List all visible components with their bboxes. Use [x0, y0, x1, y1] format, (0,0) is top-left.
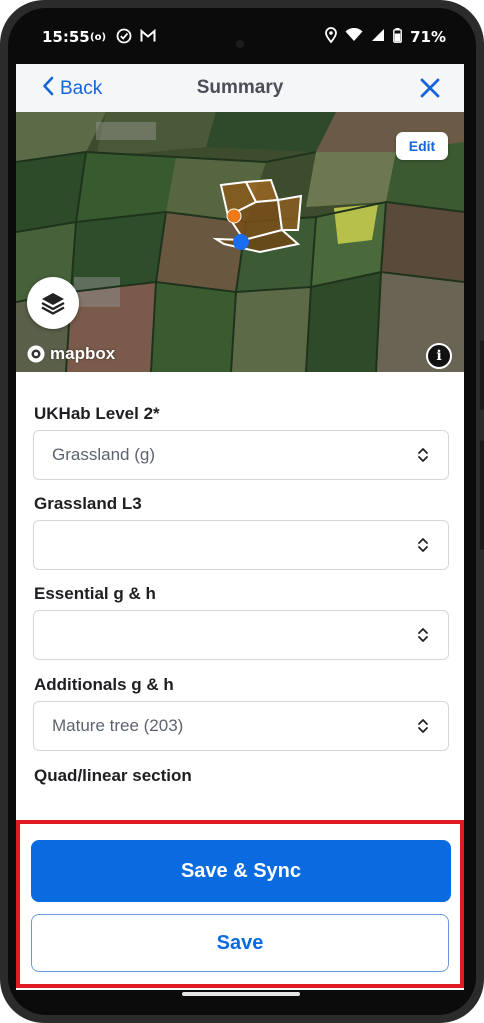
gmail-icon [140, 28, 156, 47]
essential-gh-label: Essential g & h [34, 584, 156, 603]
status-time: 15:55 [42, 28, 90, 46]
app-screen: Back Summary Edit mapbox i UKHab Level 2… [16, 64, 464, 990]
chevron-updown-icon [418, 448, 428, 462]
additionals-gh-label: Additionals g & h [34, 675, 174, 694]
close-icon [420, 78, 440, 98]
save-button[interactable]: Save [31, 914, 449, 972]
status-icons-right: 71% [325, 27, 446, 47]
map-info-button[interactable]: i [426, 343, 452, 369]
check-circle-icon [116, 28, 132, 48]
essential-gh-select[interactable] [33, 610, 449, 660]
mapbox-attribution[interactable]: mapbox [26, 344, 115, 364]
page-title: Summary [196, 77, 284, 98]
volume-button [480, 440, 484, 550]
orange-marker [226, 208, 242, 224]
close-button[interactable] [418, 76, 442, 100]
power-button [480, 340, 484, 410]
phone-frame: 15:55 (o) 71% Back Summary Edit mapbox i… [0, 0, 484, 1023]
save-sync-button[interactable]: Save & Sync [31, 840, 451, 902]
signal-icon [371, 28, 385, 46]
status-bar: 15:55 (o) 71% [16, 18, 468, 58]
location-icon [325, 27, 337, 47]
layers-icon [41, 293, 65, 315]
map-layers-button[interactable] [27, 277, 79, 329]
footer-actions: Save & Sync Save [16, 818, 464, 990]
ukhab-level2-value: Grassland (g) [52, 445, 155, 464]
home-indicator[interactable] [182, 992, 300, 996]
battery-percent: 71% [410, 28, 446, 46]
hotspot-icon: (o) [90, 30, 108, 46]
map-edit-button[interactable]: Edit [396, 132, 448, 160]
additionals-gh-value: Mature tree (203) [52, 716, 184, 735]
mapbox-logo-icon [27, 345, 45, 363]
grassland-l3-select[interactable] [33, 520, 449, 570]
map-view[interactable]: Edit mapbox i [16, 112, 464, 372]
ukhab-level2-select[interactable]: Grassland (g) [33, 430, 449, 480]
navigation-bar: Back Summary [16, 64, 464, 113]
additionals-gh-select[interactable]: Mature tree (203) [33, 701, 449, 751]
status-icons-left: (o) [90, 28, 156, 48]
grassland-l3-label: Grassland L3 [34, 494, 142, 513]
mapbox-wordmark: mapbox [50, 344, 116, 363]
chevron-updown-icon [418, 628, 428, 642]
battery-icon [393, 27, 402, 47]
svg-text:(o): (o) [90, 32, 106, 42]
chevron-updown-icon [418, 538, 428, 552]
front-camera [236, 40, 244, 48]
wifi-icon [345, 27, 363, 46]
ukhab-level2-label: UKHab Level 2* [34, 404, 160, 423]
location-dot [233, 234, 249, 250]
chevron-updown-icon [418, 719, 428, 733]
quad-linear-section-heading: Quad/linear section [34, 766, 192, 785]
